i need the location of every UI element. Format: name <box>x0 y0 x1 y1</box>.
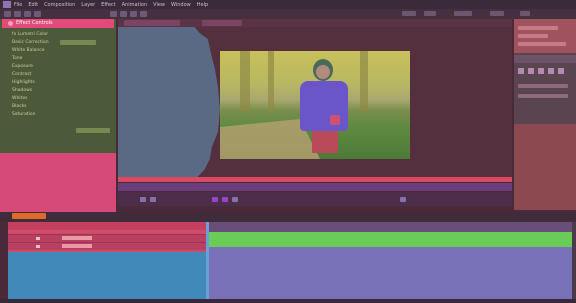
play-icon[interactable] <box>212 197 218 202</box>
child-face <box>316 65 330 79</box>
menu-bar: File Edit Composition Layer Effect Anima… <box>0 0 576 9</box>
zoom-tool-icon[interactable] <box>34 11 41 17</box>
prop-row-1[interactable]: Basic Correction <box>12 40 49 45</box>
search-help-icon[interactable] <box>520 11 530 16</box>
home-icon[interactable] <box>4 11 11 17</box>
workspace-standard[interactable] <box>454 11 472 16</box>
layers-empty-area <box>8 252 206 299</box>
resolution-icon[interactable] <box>150 197 156 202</box>
indent-field[interactable] <box>518 84 568 88</box>
pen-tool-icon[interactable] <box>110 11 117 17</box>
menu-item-effect[interactable]: Effect <box>101 2 115 8</box>
timeline-tab[interactable] <box>12 213 46 219</box>
spacing-field[interactable] <box>518 94 568 98</box>
text-tool-icon[interactable] <box>120 11 127 17</box>
menu-item-view[interactable]: View <box>153 2 165 8</box>
viewer-controls-bottom <box>118 192 512 206</box>
hand-tool-icon[interactable] <box>24 11 31 17</box>
effects-presets-panel <box>514 124 576 210</box>
justify-all-icon[interactable] <box>558 68 564 74</box>
status-strip <box>0 299 576 303</box>
snapshot-icon[interactable] <box>232 197 238 202</box>
workspace-small-screen[interactable] <box>490 11 504 16</box>
layer-name[interactable] <box>62 236 92 240</box>
prop-row-9[interactable]: Blacks <box>12 104 27 109</box>
align-center-icon[interactable] <box>528 68 534 74</box>
menu-item-window[interactable]: Window <box>171 2 191 8</box>
stop-icon[interactable] <box>222 197 228 202</box>
panel-menu-icon[interactable] <box>8 21 13 26</box>
project-panel <box>0 153 116 213</box>
layer-tab[interactable] <box>202 20 242 26</box>
prop-row-6[interactable]: Highlights <box>12 80 35 85</box>
prop-row-2[interactable]: White Balance <box>12 48 44 53</box>
current-time-indicator[interactable] <box>206 222 209 299</box>
fast-previews-icon[interactable] <box>400 197 406 202</box>
effect-controls-tab[interactable]: Effect Controls <box>2 19 114 28</box>
menu-item-help[interactable]: Help <box>197 2 208 8</box>
layer-bar-1[interactable] <box>206 232 572 247</box>
menu-item-animation[interactable]: Animation <box>122 2 148 8</box>
puppet-tool-icon[interactable] <box>140 11 147 17</box>
menu-item-composition[interactable]: Composition <box>44 2 75 8</box>
prop-value-field[interactable] <box>60 40 96 45</box>
justify-icon[interactable] <box>548 68 554 74</box>
video-frame[interactable] <box>220 51 410 159</box>
time-ruler[interactable] <box>206 222 572 232</box>
info-row <box>518 34 548 38</box>
tree-trunk <box>268 51 274 111</box>
prop-row-0[interactable]: fx Lumetri Color <box>12 32 48 37</box>
visibility-icon[interactable] <box>36 245 40 248</box>
layer-row[interactable] <box>8 234 206 242</box>
viewer-status-bar <box>118 177 512 182</box>
align-right-icon[interactable] <box>538 68 544 74</box>
info-row <box>518 26 558 30</box>
reset-button[interactable] <box>76 128 110 133</box>
mask-overlay <box>118 27 220 177</box>
layer-bar-2[interactable] <box>206 247 572 299</box>
prop-row-7[interactable]: Shadows <box>12 88 32 93</box>
paragraph-panel-header[interactable] <box>514 55 576 63</box>
align-left-icon[interactable] <box>518 68 524 74</box>
layer-name[interactable] <box>62 244 92 248</box>
selection-tool-icon[interactable] <box>14 11 21 17</box>
magnification-icon[interactable] <box>140 197 146 202</box>
tree-trunk <box>360 51 368 111</box>
menu-item-file[interactable]: File <box>14 2 22 8</box>
panel-title: Effect Controls <box>16 20 53 26</box>
child-pants <box>312 131 338 153</box>
viewer-controls-top <box>118 183 512 191</box>
prop-row-8[interactable]: Whites <box>12 96 27 101</box>
prop-row-3[interactable]: Tone <box>12 56 22 61</box>
tree-trunk <box>240 51 250 111</box>
brush-tool-icon[interactable] <box>130 11 137 17</box>
menu-item-edit[interactable]: Edit <box>28 2 38 8</box>
workspace-learn[interactable] <box>424 11 436 16</box>
workspace-default[interactable] <box>402 11 416 16</box>
menu-item-layer[interactable]: Layer <box>81 2 95 8</box>
child-jacket <box>300 81 348 131</box>
visibility-icon[interactable] <box>36 237 40 240</box>
timeline-tab-bar <box>0 212 576 222</box>
app-logo-icon <box>3 1 11 8</box>
timeline-scrollbar[interactable] <box>572 222 576 299</box>
composition-tab[interactable] <box>124 20 180 26</box>
info-row <box>518 42 566 46</box>
jacket-patch <box>330 115 340 125</box>
prop-row-4[interactable]: Exposure <box>12 64 33 69</box>
layers-header <box>8 222 206 230</box>
prop-row-10[interactable]: Saturation <box>12 112 35 117</box>
prop-row-5[interactable]: Contrast <box>12 72 31 77</box>
layer-row[interactable] <box>8 242 206 250</box>
